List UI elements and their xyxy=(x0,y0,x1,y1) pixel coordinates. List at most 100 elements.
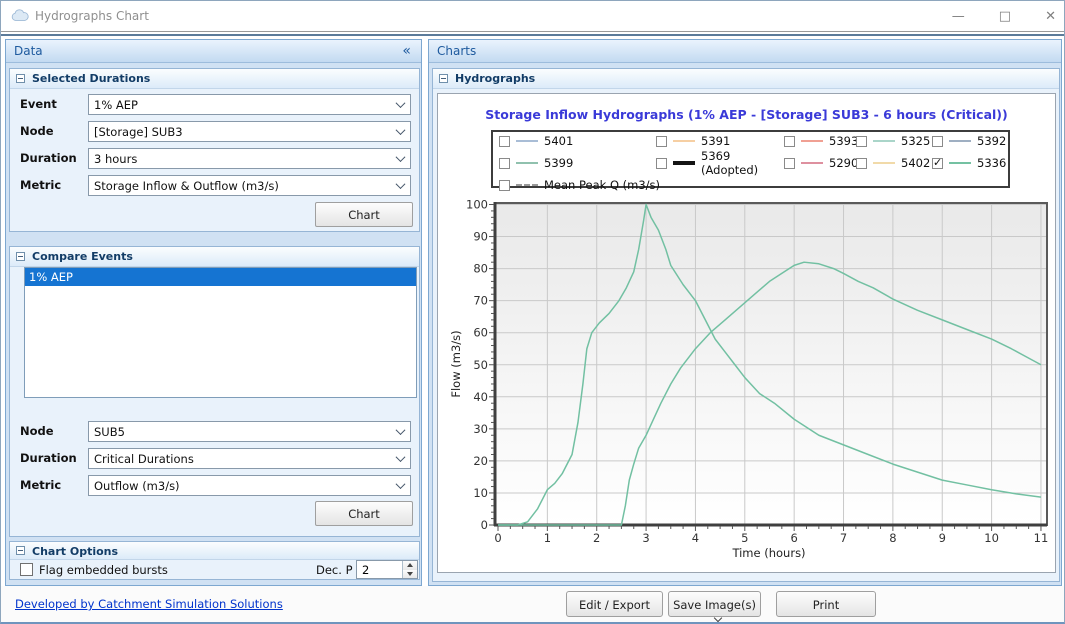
compare-node-select[interactable]: SUB5 xyxy=(88,421,411,442)
window-title: Hydrographs Chart xyxy=(35,9,149,23)
hydrograph-plot[interactable]: 012345678910110102030405060708090100Time… xyxy=(438,192,1057,572)
metric-select[interactable]: Storage Inflow & Outflow (m3/s) xyxy=(88,175,411,196)
collapse-group-icon[interactable] xyxy=(16,252,25,261)
collapse-group-icon[interactable] xyxy=(16,546,25,555)
legend-checkbox[interactable] xyxy=(656,136,667,147)
chevron-down-icon[interactable] xyxy=(391,123,409,140)
hydrographs-group: Hydrographs Storage Inflow Hydrographs (… xyxy=(432,68,1060,582)
legend-label: 5325 xyxy=(901,134,930,148)
collapse-panel-icon[interactable]: « xyxy=(402,43,411,59)
collapse-group-icon[interactable] xyxy=(16,74,25,83)
save-images-button[interactable]: Save Image(s) xyxy=(668,591,761,617)
legend-checkbox[interactable] xyxy=(656,158,667,169)
svg-text:10: 10 xyxy=(984,531,999,545)
svg-text:50: 50 xyxy=(473,358,488,372)
legend-label: 5392 xyxy=(977,134,1006,148)
legend-checkbox[interactable] xyxy=(856,136,867,147)
spinner-down-button[interactable] xyxy=(403,570,417,579)
legend-swatch xyxy=(516,162,538,164)
minimize-icon[interactable]: — xyxy=(952,10,965,23)
svg-text:2: 2 xyxy=(593,531,600,545)
event-label: Event xyxy=(20,97,57,111)
legend-checkbox[interactable] xyxy=(784,158,795,169)
legend-swatch xyxy=(801,162,823,164)
data-panel-header: Data « xyxy=(6,40,421,63)
svg-text:7: 7 xyxy=(840,531,847,545)
node-value: [Storage] SUB3 xyxy=(94,125,183,139)
event-select[interactable]: 1% AEP xyxy=(88,94,411,115)
app-window: Hydrographs Chart — □ ✕ Data « Selected … xyxy=(0,0,1065,624)
charts-panel-title: Charts xyxy=(437,44,476,58)
svg-text:3: 3 xyxy=(642,531,649,545)
chevron-down-icon[interactable] xyxy=(391,150,409,167)
chevron-down-icon[interactable] xyxy=(391,477,409,494)
compare-duration-label: Duration xyxy=(20,451,77,465)
hydrographs-title: Hydrographs xyxy=(455,72,535,85)
collapse-group-icon[interactable] xyxy=(439,74,448,83)
event-value: 1% AEP xyxy=(94,98,138,112)
chevron-down-icon[interactable] xyxy=(391,177,409,194)
svg-text:100: 100 xyxy=(466,198,488,212)
compare-node-label: Node xyxy=(20,424,54,438)
titlebar-separator xyxy=(1,34,1064,36)
duration-select[interactable]: 3 hours xyxy=(88,148,411,169)
close-icon[interactable]: ✕ xyxy=(1045,10,1056,23)
chevron-down-icon[interactable] xyxy=(391,96,409,113)
list-item-selected[interactable]: 1% AEP xyxy=(25,268,416,286)
legend-item: 5399 xyxy=(499,149,656,177)
app-cloud-icon xyxy=(11,8,29,22)
charts-panel: Charts Hydrographs Storage Inflow Hydrog… xyxy=(428,39,1062,586)
data-panel-title: Data xyxy=(14,44,43,58)
spinner-up-button[interactable] xyxy=(403,561,417,570)
legend-swatch xyxy=(516,184,538,186)
chart-options-header[interactable]: Chart Options xyxy=(10,542,419,560)
legend-swatch xyxy=(516,140,538,142)
y-axis-label: Flow (m3/s) xyxy=(449,330,463,397)
maximize-icon[interactable]: □ xyxy=(999,10,1011,23)
hydrographs-header[interactable]: Hydrographs xyxy=(433,69,1059,89)
legend-checkbox[interactable] xyxy=(932,136,943,147)
svg-text:11: 11 xyxy=(1034,531,1049,545)
charts-panel-header: Charts xyxy=(429,40,1061,63)
chevron-down-icon[interactable] xyxy=(714,614,722,622)
chart-button-selected-durations[interactable]: Chart xyxy=(315,202,413,227)
footer-bar: Developed by Catchment Simulation Soluti… xyxy=(1,586,1064,623)
dec-p-spinner[interactable]: 2 xyxy=(356,560,418,579)
svg-text:30: 30 xyxy=(473,422,488,436)
legend-checkbox[interactable] xyxy=(856,158,867,169)
legend-checkbox[interactable] xyxy=(499,158,510,169)
legend-label: 5402 xyxy=(901,156,930,170)
compare-metric-select[interactable]: Outflow (m3/s) xyxy=(88,475,411,496)
legend-checkbox[interactable] xyxy=(784,136,795,147)
chart-button-compare-events[interactable]: Chart xyxy=(315,501,413,526)
legend-item: 5393 xyxy=(784,134,856,148)
legend-checkbox[interactable]: ✓ xyxy=(932,158,943,169)
developer-link[interactable]: Developed by Catchment Simulation Soluti… xyxy=(15,597,283,611)
compare-events-header[interactable]: Compare Events xyxy=(10,247,419,267)
legend-swatch xyxy=(873,162,895,164)
legend-checkbox[interactable] xyxy=(499,180,510,191)
legend-item: 5391 xyxy=(656,134,784,148)
edit-export-button[interactable]: Edit / Export xyxy=(566,591,663,617)
selected-durations-group: Selected Durations Event 1% AEP Node [St… xyxy=(9,68,420,232)
legend-swatch xyxy=(801,140,823,142)
svg-text:10: 10 xyxy=(473,486,488,500)
chart-options-title: Chart Options xyxy=(32,545,118,558)
chevron-down-icon[interactable] xyxy=(391,423,409,440)
compare-events-list[interactable]: 1% AEP xyxy=(24,267,417,398)
legend-item: 5290 xyxy=(784,149,856,177)
metric-label: Metric xyxy=(20,178,61,192)
svg-text:4: 4 xyxy=(692,531,699,545)
compare-duration-select[interactable]: Critical Durations xyxy=(88,448,411,469)
chevron-down-icon[interactable] xyxy=(391,450,409,467)
legend-checkbox[interactable] xyxy=(499,136,510,147)
node-select[interactable]: [Storage] SUB3 xyxy=(88,121,411,142)
compare-metric-label: Metric xyxy=(20,478,61,492)
print-button[interactable]: Print xyxy=(776,591,876,617)
svg-text:8: 8 xyxy=(889,531,896,545)
legend-swatch xyxy=(873,140,895,142)
flag-embedded-bursts-checkbox[interactable] xyxy=(20,563,33,576)
selected-durations-header[interactable]: Selected Durations xyxy=(10,69,419,89)
legend-label: 5336 xyxy=(977,156,1006,170)
legend-label: 5391 xyxy=(701,134,730,148)
